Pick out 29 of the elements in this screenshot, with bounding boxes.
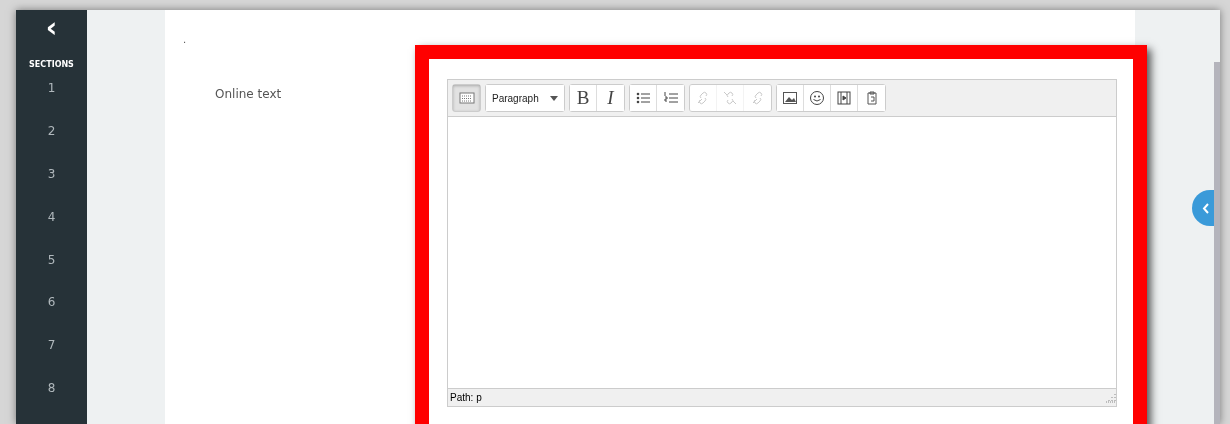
toolbar-button[interactable] — [777, 85, 804, 111]
back-button[interactable]: ‹ — [45, 14, 58, 42]
image-icon — [782, 90, 798, 106]
numbered-list-icon — [662, 90, 679, 106]
field-label: Online text — [215, 87, 282, 101]
section-link[interactable]: 4 — [47, 209, 56, 253]
section-link[interactable]: 1 — [47, 81, 56, 124]
format-dropdown[interactable]: Paragraph — [486, 85, 564, 111]
section-link[interactable]: 8 — [47, 381, 56, 424]
chevron-left-icon — [1201, 202, 1209, 214]
film-icon — [836, 90, 852, 106]
dot-text: . — [183, 34, 187, 45]
section-link[interactable]: 5 — [47, 252, 56, 296]
section-link[interactable]: 2 — [47, 123, 56, 167]
scrollbar[interactable] — [1214, 62, 1220, 424]
section-link[interactable]: 3 — [47, 166, 56, 210]
sidebar-title: SECTIONS — [29, 60, 74, 69]
bold-button[interactable]: B — [570, 85, 597, 111]
bullet-list-icon — [635, 90, 651, 106]
status-path: Path: p — [450, 392, 482, 403]
text-editor[interactable]: Paragraph B I Path: p — [447, 79, 1117, 407]
section-link[interactable]: 7 — [47, 338, 56, 382]
resize-handle-icon[interactable] — [1106, 392, 1116, 403]
caret-icon — [550, 95, 558, 101]
keyboard-icon — [458, 90, 475, 106]
unlink-icon — [722, 90, 738, 106]
drawer-toggle-button[interactable] — [1192, 190, 1214, 226]
section-link[interactable]: 6 — [47, 295, 56, 339]
smiley-icon — [809, 90, 825, 106]
